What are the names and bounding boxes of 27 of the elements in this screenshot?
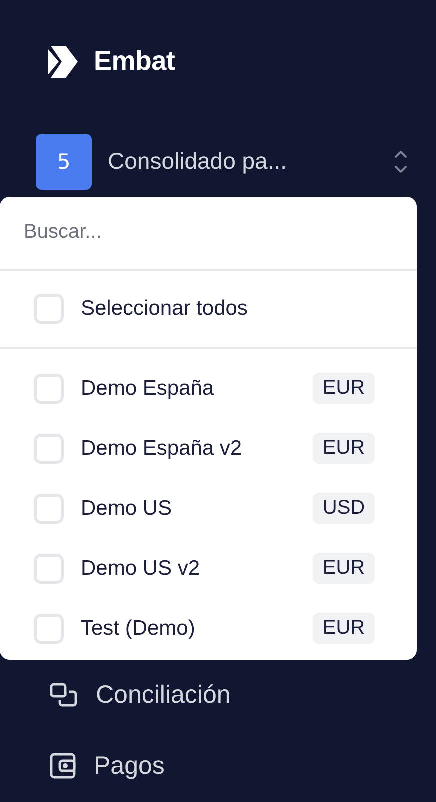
currency-tag: EUR <box>313 553 375 584</box>
brand-name: Embat <box>94 46 176 78</box>
option-label[interactable]: Seleccionar todos <box>81 296 375 321</box>
option-label[interactable]: Demo España <box>81 376 313 401</box>
checkbox[interactable] <box>34 554 64 584</box>
checkbox[interactable] <box>34 434 64 464</box>
currency-tag: USD <box>313 493 375 524</box>
count-badge: 5 <box>36 134 92 190</box>
wallet-icon <box>50 753 76 780</box>
option-label[interactable]: Test (Demo) <box>81 616 313 641</box>
nav-item[interactable]: Conciliación <box>96 680 231 710</box>
checkbox[interactable] <box>34 494 64 524</box>
currency-tag: EUR <box>313 613 375 644</box>
checkbox[interactable] <box>34 614 64 644</box>
checkbox[interactable] <box>34 374 64 404</box>
currency-tag: EUR <box>313 433 375 464</box>
selector-label[interactable]: Consolidado pa... <box>108 148 394 176</box>
search-field[interactable]: Buscar... <box>0 196 417 269</box>
option-label[interactable]: Demo España v2 <box>81 436 313 461</box>
currency-tag: EUR <box>313 373 375 404</box>
option-label[interactable]: Demo US v2 <box>81 556 313 581</box>
logo-icon <box>48 46 78 78</box>
checkbox[interactable] <box>34 294 64 324</box>
nav-item[interactable]: Pagos <box>94 752 165 781</box>
option-label[interactable]: Demo US <box>81 496 313 521</box>
squares-icon <box>50 683 78 708</box>
chevron-up-down-icon[interactable] <box>394 150 408 174</box>
